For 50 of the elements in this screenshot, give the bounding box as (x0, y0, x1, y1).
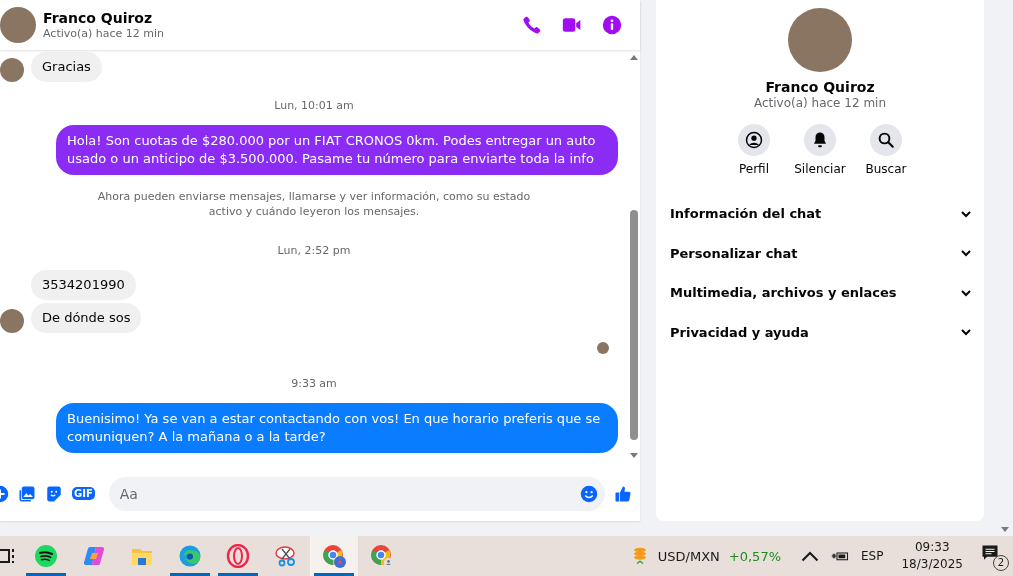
scrollbar[interactable] (628, 50, 640, 466)
section-header[interactable]: Información del chat (670, 194, 972, 234)
message-icon (981, 544, 999, 562)
bell-icon (811, 131, 829, 149)
section-header[interactable]: Multimedia, archivos y enlaces (670, 273, 972, 313)
profile-icon (745, 131, 763, 149)
clock[interactable]: 09:33 18/3/2025 (901, 539, 963, 573)
thumbs-up-icon[interactable] (614, 484, 632, 503)
contact-name: Franco Quiroz (765, 79, 875, 95)
section-title: Multimedia, archivos y enlaces (670, 285, 897, 301)
currency-pair[interactable]: USD/MXN (657, 548, 720, 564)
message-bubble: 3534201990 (31, 270, 136, 300)
browser-profile-icon (370, 544, 394, 568)
section-header[interactable]: Privacidad y ayuda (670, 312, 972, 352)
section-header[interactable]: Personalizar chat (670, 233, 972, 273)
phone-icon[interactable] (522, 15, 542, 35)
video-camera-icon[interactable] (562, 15, 582, 35)
read-receipt-avatar (597, 342, 609, 354)
section-title: Privacidad y ayuda (670, 324, 809, 340)
browser-icon (178, 544, 202, 568)
gif-button[interactable]: GIF (72, 487, 95, 500)
message-bubble: Gracias (31, 52, 102, 82)
contact-status: Activo(a) hace 12 min (753, 96, 887, 110)
message-bubble: Buenisimo! Ya se van a estar contactando con vos! En que horario preferis que se comuniquen? A la mañana o a la tarde? (56, 403, 618, 453)
scissors-icon (274, 544, 298, 568)
section-title: Personalizar chat (670, 245, 798, 261)
search-icon (877, 131, 895, 149)
emoji-icon[interactable] (580, 484, 598, 503)
contact-status: Activo(a) hace 12 min (43, 26, 166, 41)
contact-name[interactable]: Franco Quiroz (43, 9, 522, 27)
language-indicator[interactable]: ESP (861, 549, 884, 563)
music-app-icon (34, 544, 58, 568)
message-bubble: Hola! Son cuotas de $280.000 por un FIAT CRONOS 0km. Podes entregar un auto usado o un anticipo de $3.500.000. Pasame tu número para enviarte toda la info (56, 125, 618, 175)
timestamp: Lun, 10:01 am (273, 99, 355, 113)
section-title: Información del chat (670, 206, 822, 222)
browser-badge-icon (322, 544, 346, 568)
assistant-app-icon (82, 544, 106, 568)
ring-browser-icon (226, 544, 250, 568)
avatar-photo[interactable] (0, 7, 36, 43)
sticker-icon[interactable] (45, 484, 63, 503)
timestamp: Lun, 2:52 pm (276, 244, 352, 258)
message-input[interactable]: Aa (108, 476, 605, 511)
message-bubble: De dónde sos (31, 303, 142, 333)
notification-count: 2 (993, 555, 1009, 571)
action-button[interactable]: Buscar (863, 124, 909, 176)
timestamp: 9:33 am (290, 377, 338, 391)
info-icon[interactable] (602, 15, 622, 35)
info-notice: Ahora pueden enviarse mensajes, llamarse y ver información, como su estado activo y cuándo leyeron los mensajes. (96, 189, 532, 219)
action-button[interactable]: Perfil (731, 124, 777, 176)
image-icon[interactable] (18, 484, 36, 503)
